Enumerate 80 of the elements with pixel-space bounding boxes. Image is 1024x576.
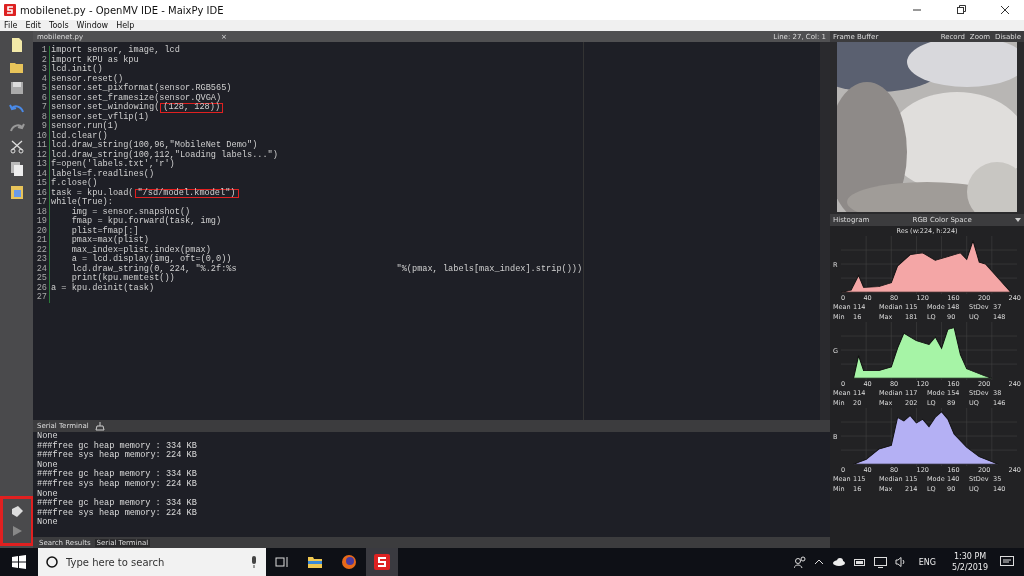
line-number: 22 bbox=[33, 245, 50, 255]
clock-date[interactable]: 5/2/2019 bbox=[952, 562, 988, 573]
search-box[interactable]: Type here to search bbox=[38, 548, 266, 576]
line-number: 27 bbox=[33, 293, 50, 303]
menu-item[interactable]: Edit bbox=[25, 21, 41, 30]
brush-icon[interactable] bbox=[94, 421, 105, 431]
undo-icon[interactable] bbox=[8, 102, 25, 114]
line-number: 11 bbox=[33, 141, 50, 151]
line-number: 3 bbox=[33, 65, 50, 75]
app-taskbar-button[interactable] bbox=[366, 548, 398, 576]
line-number: 4 bbox=[33, 74, 50, 84]
save-icon[interactable] bbox=[9, 81, 24, 95]
line-number: 19 bbox=[33, 217, 50, 227]
browser-icon[interactable] bbox=[341, 554, 357, 570]
copy-icon[interactable] bbox=[9, 161, 24, 177]
highlighted-code: "/sd/model.kmodel") bbox=[134, 188, 239, 198]
speaker-icon[interactable] bbox=[894, 557, 907, 567]
menu-item[interactable]: File bbox=[4, 21, 18, 30]
line-number: 20 bbox=[33, 226, 50, 236]
line-number: 9 bbox=[33, 122, 50, 132]
close-icon[interactable] bbox=[1000, 5, 1010, 15]
line-number: 13 bbox=[33, 160, 50, 170]
notification-icon[interactable] bbox=[1000, 556, 1014, 568]
line-number: 1 bbox=[33, 46, 50, 56]
scrollbar[interactable] bbox=[820, 42, 830, 420]
start-icon[interactable] bbox=[12, 555, 26, 569]
cloud-icon[interactable] bbox=[831, 558, 846, 566]
terminal-line: ###free sys heap memory: 224 KB bbox=[37, 451, 198, 461]
line-number: 15 bbox=[33, 179, 50, 189]
line-number: 16 bbox=[33, 188, 50, 198]
redo-icon[interactable] bbox=[8, 121, 25, 133]
new-file-icon[interactable] bbox=[9, 37, 24, 53]
app-logo-icon bbox=[4, 4, 16, 16]
paste-icon[interactable] bbox=[9, 184, 24, 200]
line-number: 12 bbox=[33, 150, 50, 160]
terminal-line: ###free gc heap memory : 334 KB bbox=[37, 499, 198, 509]
search-icon bbox=[46, 556, 58, 568]
code-editor[interactable] bbox=[33, 42, 830, 420]
line-number: 26 bbox=[33, 283, 50, 293]
line-number: 7 bbox=[33, 103, 50, 113]
search-field[interactable]: Type here to search bbox=[64, 555, 244, 569]
window-title: mobilenet.py - OpenMV IDE - MaixPy IDE bbox=[20, 4, 225, 16]
line-number: 25 bbox=[33, 274, 50, 284]
terminal-line: ###free sys heap memory: 224 KB bbox=[37, 479, 198, 490]
chevron-up-icon[interactable] bbox=[813, 559, 824, 565]
terminal-line: None bbox=[37, 460, 58, 470]
folder-icon[interactable] bbox=[8, 60, 25, 74]
line-number: 24 bbox=[33, 264, 50, 274]
microphone-icon[interactable] bbox=[250, 556, 258, 568]
dropdown-caret-icon[interactable] bbox=[1015, 218, 1021, 222]
line-number: 21 bbox=[33, 236, 50, 246]
battery-icon[interactable] bbox=[853, 558, 866, 566]
line-number: 8 bbox=[33, 112, 50, 122]
clock-time[interactable]: 1:30 PM bbox=[953, 551, 987, 562]
app-logo-icon bbox=[374, 554, 390, 570]
task-view-icon[interactable] bbox=[275, 556, 289, 568]
terminal-line: ###free gc heap memory : 334 KB bbox=[37, 441, 198, 451]
folder-icon[interactable] bbox=[307, 555, 323, 569]
play-icon[interactable] bbox=[10, 525, 23, 537]
line-number: 18 bbox=[33, 207, 50, 217]
line-number: 5 bbox=[33, 84, 50, 94]
line-number: 2 bbox=[33, 55, 50, 65]
terminal-line: None bbox=[37, 518, 59, 528]
line-number: 23 bbox=[33, 255, 50, 265]
language-indicator[interactable]: ENG bbox=[918, 557, 937, 567]
restore-icon[interactable] bbox=[956, 5, 966, 15]
terminal-line: None bbox=[37, 432, 59, 441]
line-number: 10 bbox=[33, 131, 50, 141]
menu-item[interactable]: Help bbox=[116, 21, 135, 30]
terminal-line: ###free gc heap memory : 334 KB bbox=[37, 470, 198, 480]
highlighted-code: (128, 128)) bbox=[160, 103, 224, 113]
line-number: 6 bbox=[33, 93, 50, 103]
terminal-line: ###free sys heap memory: 224 KB bbox=[37, 508, 198, 518]
people-icon[interactable] bbox=[793, 556, 806, 568]
menu-item[interactable]: Tools bbox=[48, 21, 69, 30]
menu-item[interactable]: Window bbox=[76, 21, 109, 30]
line-number: 14 bbox=[33, 169, 50, 179]
line-number: 17 bbox=[33, 198, 50, 208]
terminal-line: None bbox=[37, 489, 58, 499]
scissors-icon[interactable] bbox=[9, 140, 24, 154]
